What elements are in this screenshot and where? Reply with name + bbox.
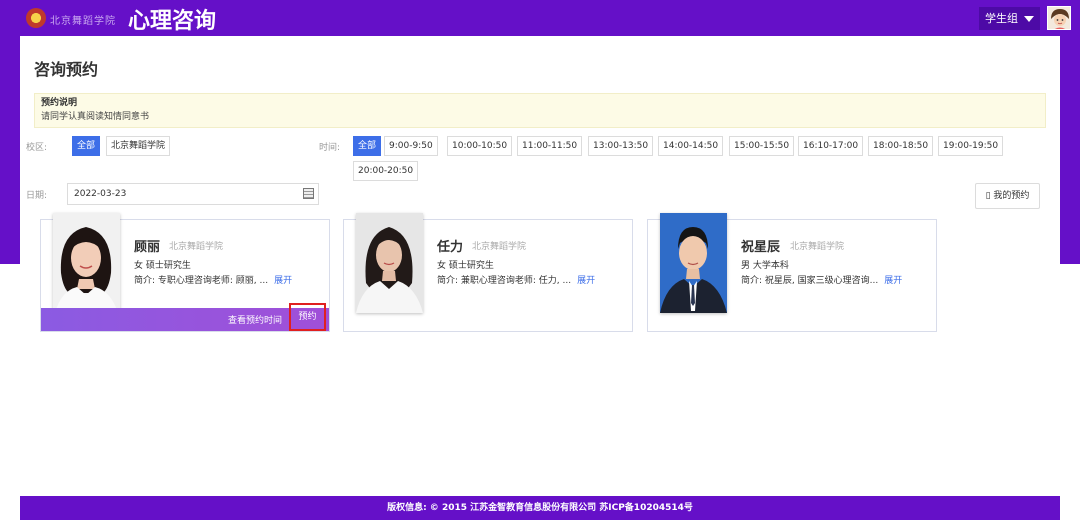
right-purple-band [1060, 36, 1080, 264]
time-label: 时间: [319, 143, 341, 153]
date-value: 2022-03-23 [74, 189, 127, 199]
calendar-icon[interactable] [303, 188, 314, 199]
time-option[interactable]: 10:00-10:50 [447, 136, 513, 156]
counselor-card: 顾丽 北京舞蹈学院 女 硕士研究生 简介: 专职心理咨询老师: 顾丽, ... 展… [40, 213, 330, 332]
expand-link[interactable]: 展开 [884, 276, 902, 286]
time-option[interactable]: 15:00-15:50 [729, 136, 795, 156]
campus-label: 校区: [26, 143, 48, 153]
counselor-intro-text: 简介: 专职心理咨询老师: 顾丽, ... [134, 276, 269, 286]
counselor-photo [53, 213, 120, 313]
expand-link[interactable]: 展开 [577, 276, 595, 286]
time-option[interactable]: 20:00-20:50 [353, 161, 419, 181]
campus-option-all[interactable]: 全部 [72, 136, 101, 156]
school-logo-icon [26, 8, 46, 28]
counselor-name: 顾丽 [134, 240, 161, 255]
counselor-intro-text: 简介: 兼职心理咨询老师: 任力, ... [437, 276, 572, 286]
time-option[interactable]: 19:00-19:50 [938, 136, 1004, 156]
main-panel: 咨询预约 预约说明 请同学认真阅读知情同意书 校区: 全部 北京舞蹈学院 时间:… [20, 36, 1060, 496]
notice-title: 预约说明 [41, 98, 78, 108]
page-title: 咨询预约 [34, 60, 99, 79]
counselor-info: 女 硕士研究生 [437, 261, 494, 271]
my-appointments-button[interactable]: ▯ 我的预约 [975, 183, 1040, 209]
date-label: 日期: [26, 191, 48, 201]
user-group-dropdown[interactable]: 学生组 [979, 7, 1040, 30]
expand-link[interactable]: 展开 [274, 276, 292, 286]
footer: 版权信息: © 2015 江苏金智教育信息股份有限公司 苏ICP备1020451… [20, 496, 1060, 520]
user-avatar[interactable] [1047, 6, 1071, 30]
campus-option-bda[interactable]: 北京舞蹈学院 [106, 136, 171, 156]
top-bar: 北京舞蹈学院 心理咨询 学生组 [0, 0, 1080, 36]
counselor-intro: 简介: 祝星辰, 国家三级心理咨询... 展开 [741, 273, 902, 286]
time-option-all[interactable]: 全部 [353, 136, 382, 156]
view-appointment-time-link[interactable]: 查看预约时间 [228, 313, 282, 326]
notice-text: 请同学认真阅读知情同意书 [41, 112, 150, 122]
time-option[interactable]: 9:00-9:50 [384, 136, 438, 156]
counselor-card: 祝星辰 北京舞蹈学院 男 大学本科 简介: 祝星辰, 国家三级心理咨询... 展开 [647, 213, 937, 332]
notice-box: 预约说明 请同学认真阅读知情同意书 [34, 93, 1046, 128]
counselor-card: 任力 北京舞蹈学院 女 硕士研究生 简介: 兼职心理咨询老师: 任力, ... 展… [343, 213, 633, 332]
counselor-photo [660, 213, 727, 313]
counselor-college: 北京舞蹈学院 [472, 242, 527, 252]
counselor-name: 祝星辰 [741, 240, 781, 255]
app-title: 心理咨询 [128, 9, 217, 34]
time-option[interactable]: 11:00-11:50 [517, 136, 583, 156]
counselor-info: 女 硕士研究生 [134, 261, 191, 271]
counselor-info: 男 大学本科 [741, 261, 789, 271]
time-option[interactable]: 16:10-17:00 [798, 136, 864, 156]
date-input[interactable]: 2022-03-23 [67, 183, 319, 205]
counselor-intro-text: 简介: 祝星辰, 国家三级心理咨询... [741, 276, 879, 286]
school-name-logo: 北京舞蹈学院 [50, 16, 116, 27]
caret-down-icon [1024, 15, 1034, 22]
counselor-college: 北京舞蹈学院 [790, 242, 845, 252]
counselor-intro: 简介: 兼职心理咨询老师: 任力, ... 展开 [437, 273, 595, 286]
counselor-photo [356, 213, 423, 313]
time-option[interactable]: 13:00-13:50 [588, 136, 654, 156]
counselor-college: 北京舞蹈学院 [169, 242, 224, 252]
time-option[interactable]: 14:00-14:50 [658, 136, 724, 156]
book-button[interactable]: 预约 [289, 303, 326, 331]
counselor-intro: 简介: 专职心理咨询老师: 顾丽, ... 展开 [134, 273, 292, 286]
card-action-bar: 查看预约时间 预约 [41, 303, 329, 331]
counselor-name: 任力 [437, 240, 464, 255]
left-purple-band [0, 36, 20, 264]
user-group-label: 学生组 [985, 12, 1018, 25]
time-option[interactable]: 18:00-18:50 [868, 136, 934, 156]
